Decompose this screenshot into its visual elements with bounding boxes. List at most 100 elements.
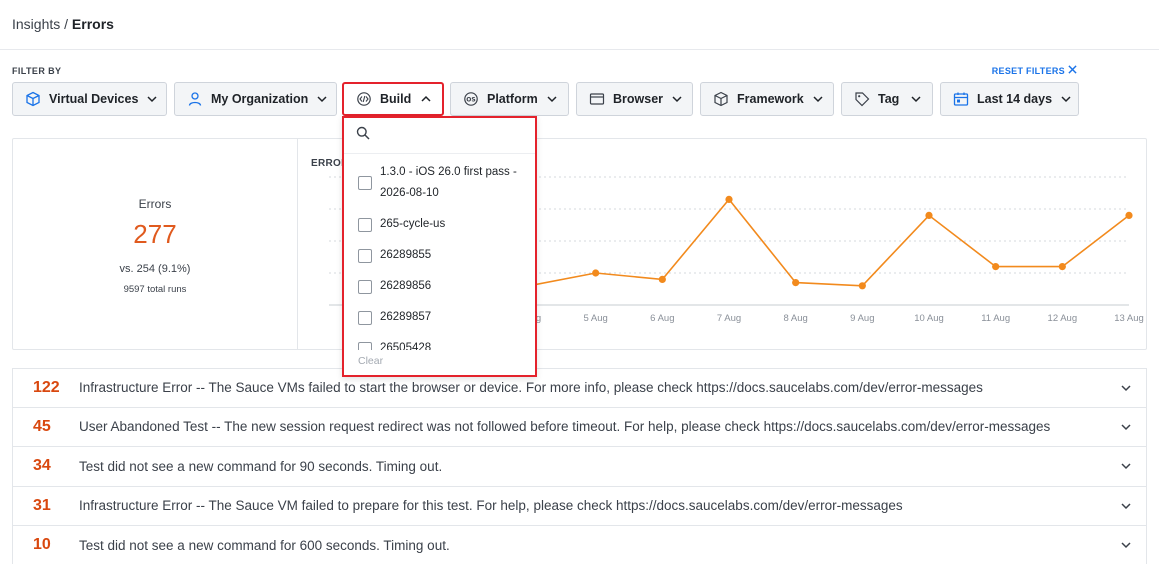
error-message: Test did not see a new command for 90 se… bbox=[79, 458, 443, 474]
data-point bbox=[658, 275, 666, 283]
error-count: 45 bbox=[33, 417, 51, 435]
filter-build[interactable]: Build bbox=[342, 82, 444, 116]
summary-divider bbox=[297, 139, 298, 349]
error-row[interactable]: 45 User Abandoned Test -- The new session… bbox=[12, 407, 1147, 447]
data-point bbox=[992, 263, 1000, 271]
tag-icon bbox=[854, 91, 870, 107]
browser-window-icon bbox=[589, 91, 605, 107]
svg-text:OS: OS bbox=[466, 96, 475, 103]
errors-stat-value: 277 bbox=[133, 219, 177, 249]
chevron-up-icon bbox=[420, 93, 432, 105]
checkbox[interactable] bbox=[358, 176, 372, 190]
chevron-down-icon[interactable] bbox=[1120, 500, 1132, 512]
build-search bbox=[344, 118, 535, 154]
error-count: 34 bbox=[33, 457, 51, 475]
filter-build-label: Build bbox=[380, 92, 412, 106]
x-tick-label: 8 Aug bbox=[784, 313, 808, 324]
build-icon bbox=[356, 91, 372, 107]
errors-summary-panel: Errors 277 vs. 254 (9.1%) 9597 total run… bbox=[12, 138, 1147, 350]
error-row[interactable]: 10 Test did not see a new command for 600… bbox=[12, 526, 1147, 564]
filter-framework-label: Framework bbox=[737, 92, 804, 106]
filter-date-range[interactable]: Last 14 days bbox=[940, 82, 1079, 116]
checkbox[interactable] bbox=[358, 218, 372, 232]
chevron-down-icon bbox=[812, 93, 824, 105]
build-option-label: 26289857 bbox=[380, 311, 432, 323]
filter-my-organization[interactable]: My Organization bbox=[174, 82, 337, 116]
chevron-down-icon[interactable] bbox=[1120, 382, 1132, 394]
errors-list: 122 Infrastructure Error -- The Sauce VMs… bbox=[12, 368, 1147, 564]
checkbox[interactable] bbox=[358, 311, 372, 325]
search-icon bbox=[356, 126, 370, 145]
data-point bbox=[592, 269, 600, 277]
filter-browser[interactable]: Browser bbox=[576, 82, 693, 116]
filter-virtual-devices-label: Virtual Devices bbox=[49, 92, 139, 106]
x-tick-label: 13 Aug bbox=[1114, 313, 1144, 324]
build-option[interactable]: 1.3.0 - iOS 26.0 first pass - 2026-08-10 bbox=[344, 155, 535, 209]
filter-date-range-label: Last 14 days bbox=[977, 92, 1053, 106]
error-message: Infrastructure Error -- The Sauce VM fai… bbox=[79, 498, 903, 514]
build-options-list[interactable]: 1.3.0 - iOS 26.0 first pass - 2026-08-10… bbox=[344, 155, 535, 350]
filter-browser-label: Browser bbox=[613, 92, 664, 106]
filter-platform-label: Platform bbox=[487, 92, 538, 106]
filter-virtual-devices[interactable]: Virtual Devices bbox=[12, 82, 167, 116]
build-option[interactable]: 26289856 bbox=[344, 271, 535, 302]
checkbox[interactable] bbox=[358, 249, 372, 263]
error-count: 10 bbox=[33, 536, 51, 554]
error-row[interactable]: 34 Test did not see a new command for 90 … bbox=[12, 447, 1147, 487]
reset-filters-label: RESET FILTERS bbox=[991, 65, 1065, 76]
data-point bbox=[792, 279, 800, 287]
data-point bbox=[925, 211, 933, 219]
build-option-label: 26289855 bbox=[380, 249, 432, 261]
error-row[interactable]: 31 Infrastructure Error -- The Sauce VM f… bbox=[12, 486, 1147, 526]
checkbox[interactable] bbox=[358, 280, 372, 294]
breadcrumb-insights-link[interactable]: Insights bbox=[12, 16, 60, 32]
build-option[interactable]: 265-cycle-us bbox=[344, 209, 535, 240]
build-option[interactable]: 26289855 bbox=[344, 240, 535, 271]
error-message: Infrastructure Error -- The Sauce VMs fa… bbox=[79, 380, 983, 396]
error-message: User Abandoned Test -- The new session r… bbox=[79, 419, 1051, 435]
x-tick-label: 12 Aug bbox=[1048, 313, 1078, 324]
data-point bbox=[725, 195, 733, 203]
chevron-down-icon bbox=[316, 93, 328, 105]
x-tick-label: 6 Aug bbox=[650, 313, 674, 324]
build-option-label: 26505428 bbox=[380, 342, 432, 350]
chevron-down-icon[interactable] bbox=[1120, 539, 1132, 551]
cube-icon bbox=[25, 91, 41, 107]
calendar-icon bbox=[953, 91, 969, 107]
filter-platform[interactable]: OS Platform bbox=[450, 82, 569, 116]
reset-filters-button[interactable]: RESET FILTERS bbox=[992, 65, 1077, 76]
header-divider bbox=[0, 49, 1159, 50]
filter-tag[interactable]: Tag bbox=[841, 82, 933, 116]
build-option-label: 265-cycle-us bbox=[380, 218, 446, 230]
build-dropdown: 1.3.0 - iOS 26.0 first pass - 2026-08-10… bbox=[342, 116, 537, 377]
errors-stat-total-runs: 9597 total runs bbox=[123, 284, 187, 295]
build-option[interactable]: 26289857 bbox=[344, 302, 535, 333]
data-point bbox=[1058, 263, 1066, 271]
checkbox[interactable] bbox=[358, 342, 372, 350]
errors-stat: Errors 277 vs. 254 (9.1%) 9597 total run… bbox=[13, 139, 297, 349]
close-icon bbox=[1068, 65, 1077, 76]
build-option[interactable]: 26505428 bbox=[344, 333, 535, 350]
build-option-label: 1.3.0 - iOS 26.0 first pass - 2026-08-10 bbox=[380, 166, 517, 199]
chevron-down-icon[interactable] bbox=[1120, 421, 1132, 433]
build-option-label: 26289856 bbox=[380, 280, 432, 292]
x-tick-label: 10 Aug bbox=[914, 313, 944, 324]
error-row[interactable]: 122 Infrastructure Error -- The Sauce VMs… bbox=[12, 368, 1147, 408]
filter-framework[interactable]: Framework bbox=[700, 82, 834, 116]
clear-button[interactable]: Clear bbox=[358, 355, 383, 367]
error-count: 31 bbox=[33, 496, 51, 514]
breadcrumb-current: Errors bbox=[71, 16, 114, 32]
x-tick-label: 7 Aug bbox=[717, 313, 741, 324]
breadcrumb-separator: / bbox=[60, 16, 72, 32]
breadcrumb: Insights / Errors bbox=[12, 16, 114, 32]
x-tick-label: 11 Aug bbox=[981, 313, 1010, 324]
chevron-down-icon bbox=[910, 93, 922, 105]
x-tick-label: 9 Aug bbox=[850, 313, 874, 324]
chevron-down-icon[interactable] bbox=[1120, 460, 1132, 472]
cube-outline-icon bbox=[713, 91, 729, 107]
person-icon bbox=[187, 91, 203, 107]
filter-my-organization-label: My Organization bbox=[211, 92, 309, 106]
chevron-down-icon bbox=[671, 93, 683, 105]
build-search-input[interactable] bbox=[376, 121, 535, 150]
chevron-down-icon bbox=[146, 93, 158, 105]
